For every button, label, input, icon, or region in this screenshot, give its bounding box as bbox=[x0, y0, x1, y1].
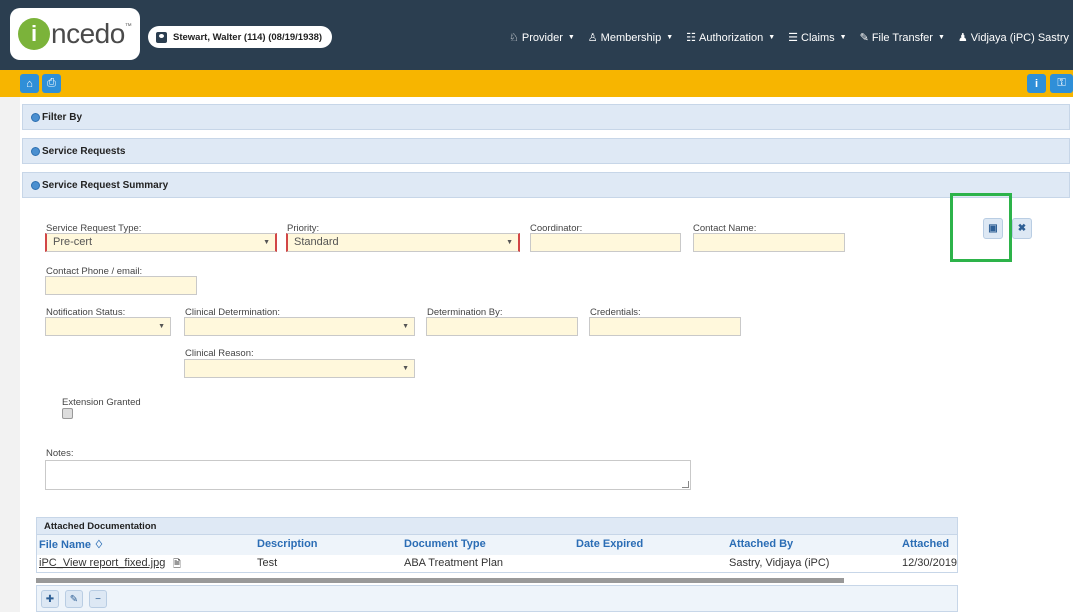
expand-icon bbox=[31, 180, 40, 190]
caret-down-icon: ▼ bbox=[768, 34, 776, 41]
clinical-determination-select[interactable]: ▼ bbox=[184, 317, 415, 336]
caret-down-icon: ▼ bbox=[839, 34, 847, 41]
resize-grip-icon[interactable] bbox=[682, 481, 689, 488]
file-transfer-icon: ✎ bbox=[859, 32, 869, 44]
table-footer: ✚ ✎ − bbox=[36, 585, 958, 612]
membership-icon: ♙ bbox=[587, 32, 598, 44]
home-icon[interactable]: ⌂ bbox=[20, 74, 39, 93]
col-attached[interactable]: Attached bbox=[902, 538, 957, 550]
priority-select[interactable]: Standard ▼ bbox=[286, 233, 520, 252]
toolbar: ⌂ ⎙ i ⚿ bbox=[0, 70, 1073, 97]
service-requests-section[interactable]: Service Requests bbox=[22, 138, 1070, 164]
nav-file-transfer[interactable]: ✎ File Transfer ▼ bbox=[859, 31, 945, 45]
determination-by-input[interactable] bbox=[426, 317, 578, 336]
edit-icon[interactable]: ✎ bbox=[65, 590, 83, 608]
dropdown-arrow-icon: ▼ bbox=[263, 239, 270, 246]
contact-name-input[interactable] bbox=[693, 233, 845, 252]
contact-phone-input[interactable] bbox=[45, 276, 197, 295]
nav-membership[interactable]: ♙ Membership ▼ bbox=[587, 31, 674, 45]
file-icon: 🗎 bbox=[173, 559, 182, 570]
service-request-type-select[interactable]: Pre-cert ▼ bbox=[45, 233, 277, 252]
col-date-expired[interactable]: Date Expired bbox=[576, 538, 643, 550]
unlock-icon[interactable]: ⚿ bbox=[1050, 74, 1073, 93]
authorization-icon: ☷ bbox=[686, 32, 697, 44]
clinical-reason-select[interactable]: ▼ bbox=[184, 359, 415, 378]
patient-name: Stewart, Walter (114) (08/19/1938) bbox=[173, 31, 323, 43]
filter-by-section[interactable]: Filter By bbox=[22, 104, 1070, 130]
col-attached-by[interactable]: Attached By bbox=[729, 538, 793, 550]
horizontal-scrollbar[interactable] bbox=[36, 578, 844, 583]
col-description[interactable]: Description bbox=[257, 538, 318, 550]
info-icon[interactable]: i bbox=[1027, 74, 1046, 93]
notes-textarea[interactable] bbox=[45, 460, 691, 490]
col-file-name[interactable]: File Name ♢ bbox=[39, 538, 104, 551]
attached-by-cell: Sastry, Vidjaya (iPC) bbox=[729, 557, 830, 569]
logo-text: ncedo bbox=[51, 18, 125, 49]
notification-status-select[interactable]: ▼ bbox=[45, 317, 171, 336]
clinical-reason-label: Clinical Reason: bbox=[185, 348, 254, 359]
logo-mark: i bbox=[18, 18, 50, 50]
remove-icon[interactable]: − bbox=[89, 590, 107, 608]
top-nav-bar: i ncedo ™ Stewart, Walter (114) (08/19/19… bbox=[0, 0, 1073, 70]
notes-label: Notes: bbox=[46, 448, 74, 459]
expand-icon bbox=[31, 112, 40, 122]
nav-provider[interactable]: ♘ Provider ▼ bbox=[509, 31, 575, 45]
col-document-type[interactable]: Document Type bbox=[404, 538, 486, 550]
extension-granted-label: Extension Granted bbox=[62, 397, 141, 408]
credentials-input[interactable] bbox=[589, 317, 741, 336]
nav-user[interactable]: ♟ Vidjaya (iPC) Sastry bbox=[957, 31, 1069, 45]
nav-authorization[interactable]: ☷ Authorization ▼ bbox=[686, 31, 776, 45]
caret-down-icon: ▼ bbox=[937, 34, 945, 41]
file-name-link[interactable]: iPC_View report_fixed.jpg bbox=[39, 557, 165, 569]
print-icon[interactable]: ⎙ bbox=[42, 74, 61, 93]
close-icon[interactable]: ✖ bbox=[1012, 218, 1032, 239]
user-icon: ♟ bbox=[957, 32, 968, 44]
caret-down-icon: ▼ bbox=[666, 34, 674, 41]
extension-granted-checkbox[interactable] bbox=[62, 408, 73, 419]
attachments-title: Attached Documentation bbox=[36, 517, 958, 535]
claims-icon: ☰ bbox=[788, 32, 799, 44]
service-request-summary-section[interactable]: Service Request Summary bbox=[22, 172, 1070, 198]
attachments-table: Attached Documentation File Name ♢ Descr… bbox=[36, 517, 958, 573]
main-nav: ♘ Provider ▼ ♙ Membership ▼ ☷ Authorization ▼ … bbox=[509, 31, 1069, 45]
dropdown-arrow-icon: ▼ bbox=[402, 365, 409, 372]
caret-down-icon: ▼ bbox=[567, 34, 575, 41]
attached-date-cell: 12/30/2019 bbox=[902, 557, 957, 569]
save-icon[interactable]: ▣ bbox=[983, 218, 1003, 239]
dropdown-arrow-icon: ▼ bbox=[402, 323, 409, 330]
description-cell: Test bbox=[257, 557, 278, 569]
nav-claims[interactable]: ☰ Claims ▼ bbox=[788, 31, 847, 45]
dropdown-arrow-icon: ▼ bbox=[506, 239, 513, 246]
left-gutter bbox=[0, 97, 20, 612]
document-type-cell: ABA Treatment Plan bbox=[404, 557, 504, 569]
incedo-logo[interactable]: i ncedo ™ bbox=[10, 8, 140, 60]
add-icon[interactable]: ✚ bbox=[41, 590, 59, 608]
coordinator-input[interactable] bbox=[530, 233, 681, 252]
dropdown-arrow-icon: ▼ bbox=[158, 323, 165, 330]
id-card-icon bbox=[156, 31, 167, 43]
table-row[interactable]: iPC_View report_fixed.jpg 🗎 Test ABA Tre… bbox=[36, 555, 958, 573]
provider-icon: ♘ bbox=[509, 32, 519, 44]
table-header: File Name ♢ Description Document Type Da… bbox=[36, 535, 958, 555]
expand-icon bbox=[31, 146, 40, 156]
patient-badge[interactable]: Stewart, Walter (114) (08/19/1938) bbox=[148, 26, 333, 48]
